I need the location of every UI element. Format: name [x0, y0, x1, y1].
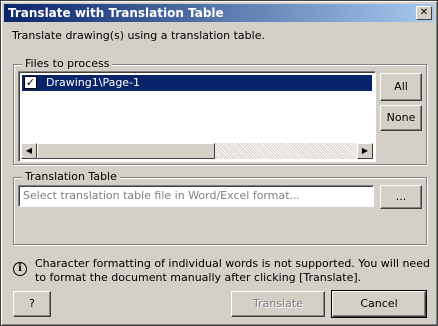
translate-dialog: Translate with Translation Table ✕ Trans…: [0, 0, 438, 326]
instruction-text: Translate drawing(s) using a translation…: [12, 29, 265, 42]
translate-button[interactable]: Translate: [231, 291, 325, 317]
files-to-process-group: Files to process ✓ Drawing1\Page-1 ◀ ▶ A…: [13, 57, 427, 165]
none-button[interactable]: None: [380, 105, 422, 131]
translation-table-label: Translation Table: [22, 170, 120, 183]
horizontal-scrollbar[interactable]: ◀ ▶: [21, 143, 373, 159]
scroll-right-icon[interactable]: ▶: [357, 143, 373, 159]
help-button[interactable]: ?: [13, 291, 51, 317]
close-icon[interactable]: ✕: [416, 6, 432, 20]
formatting-notice: Character formatting of individual words…: [35, 257, 430, 284]
cancel-button[interactable]: Cancel: [331, 290, 427, 318]
title-bar: Translate with Translation Table ✕: [4, 4, 434, 22]
list-item[interactable]: ✓ Drawing1\Page-1: [21, 74, 373, 92]
browse-button[interactable]: ...: [380, 185, 422, 209]
translation-table-group: Translation Table Select translation tab…: [13, 170, 427, 245]
all-button[interactable]: All: [380, 73, 422, 101]
files-group-label: Files to process: [22, 57, 113, 70]
info-icon: i: [13, 262, 27, 276]
file-item-label: Drawing1\Page-1: [46, 76, 141, 89]
translation-file-input[interactable]: Select translation table file in Word/Ex…: [18, 185, 374, 207]
window-title: Translate with Translation Table: [8, 6, 224, 20]
scrollbar-thumb[interactable]: [37, 143, 215, 159]
files-listbox[interactable]: ✓ Drawing1\Page-1 ◀ ▶: [18, 71, 376, 162]
file-checkbox[interactable]: ✓: [24, 76, 37, 89]
scroll-left-icon[interactable]: ◀: [21, 143, 37, 159]
